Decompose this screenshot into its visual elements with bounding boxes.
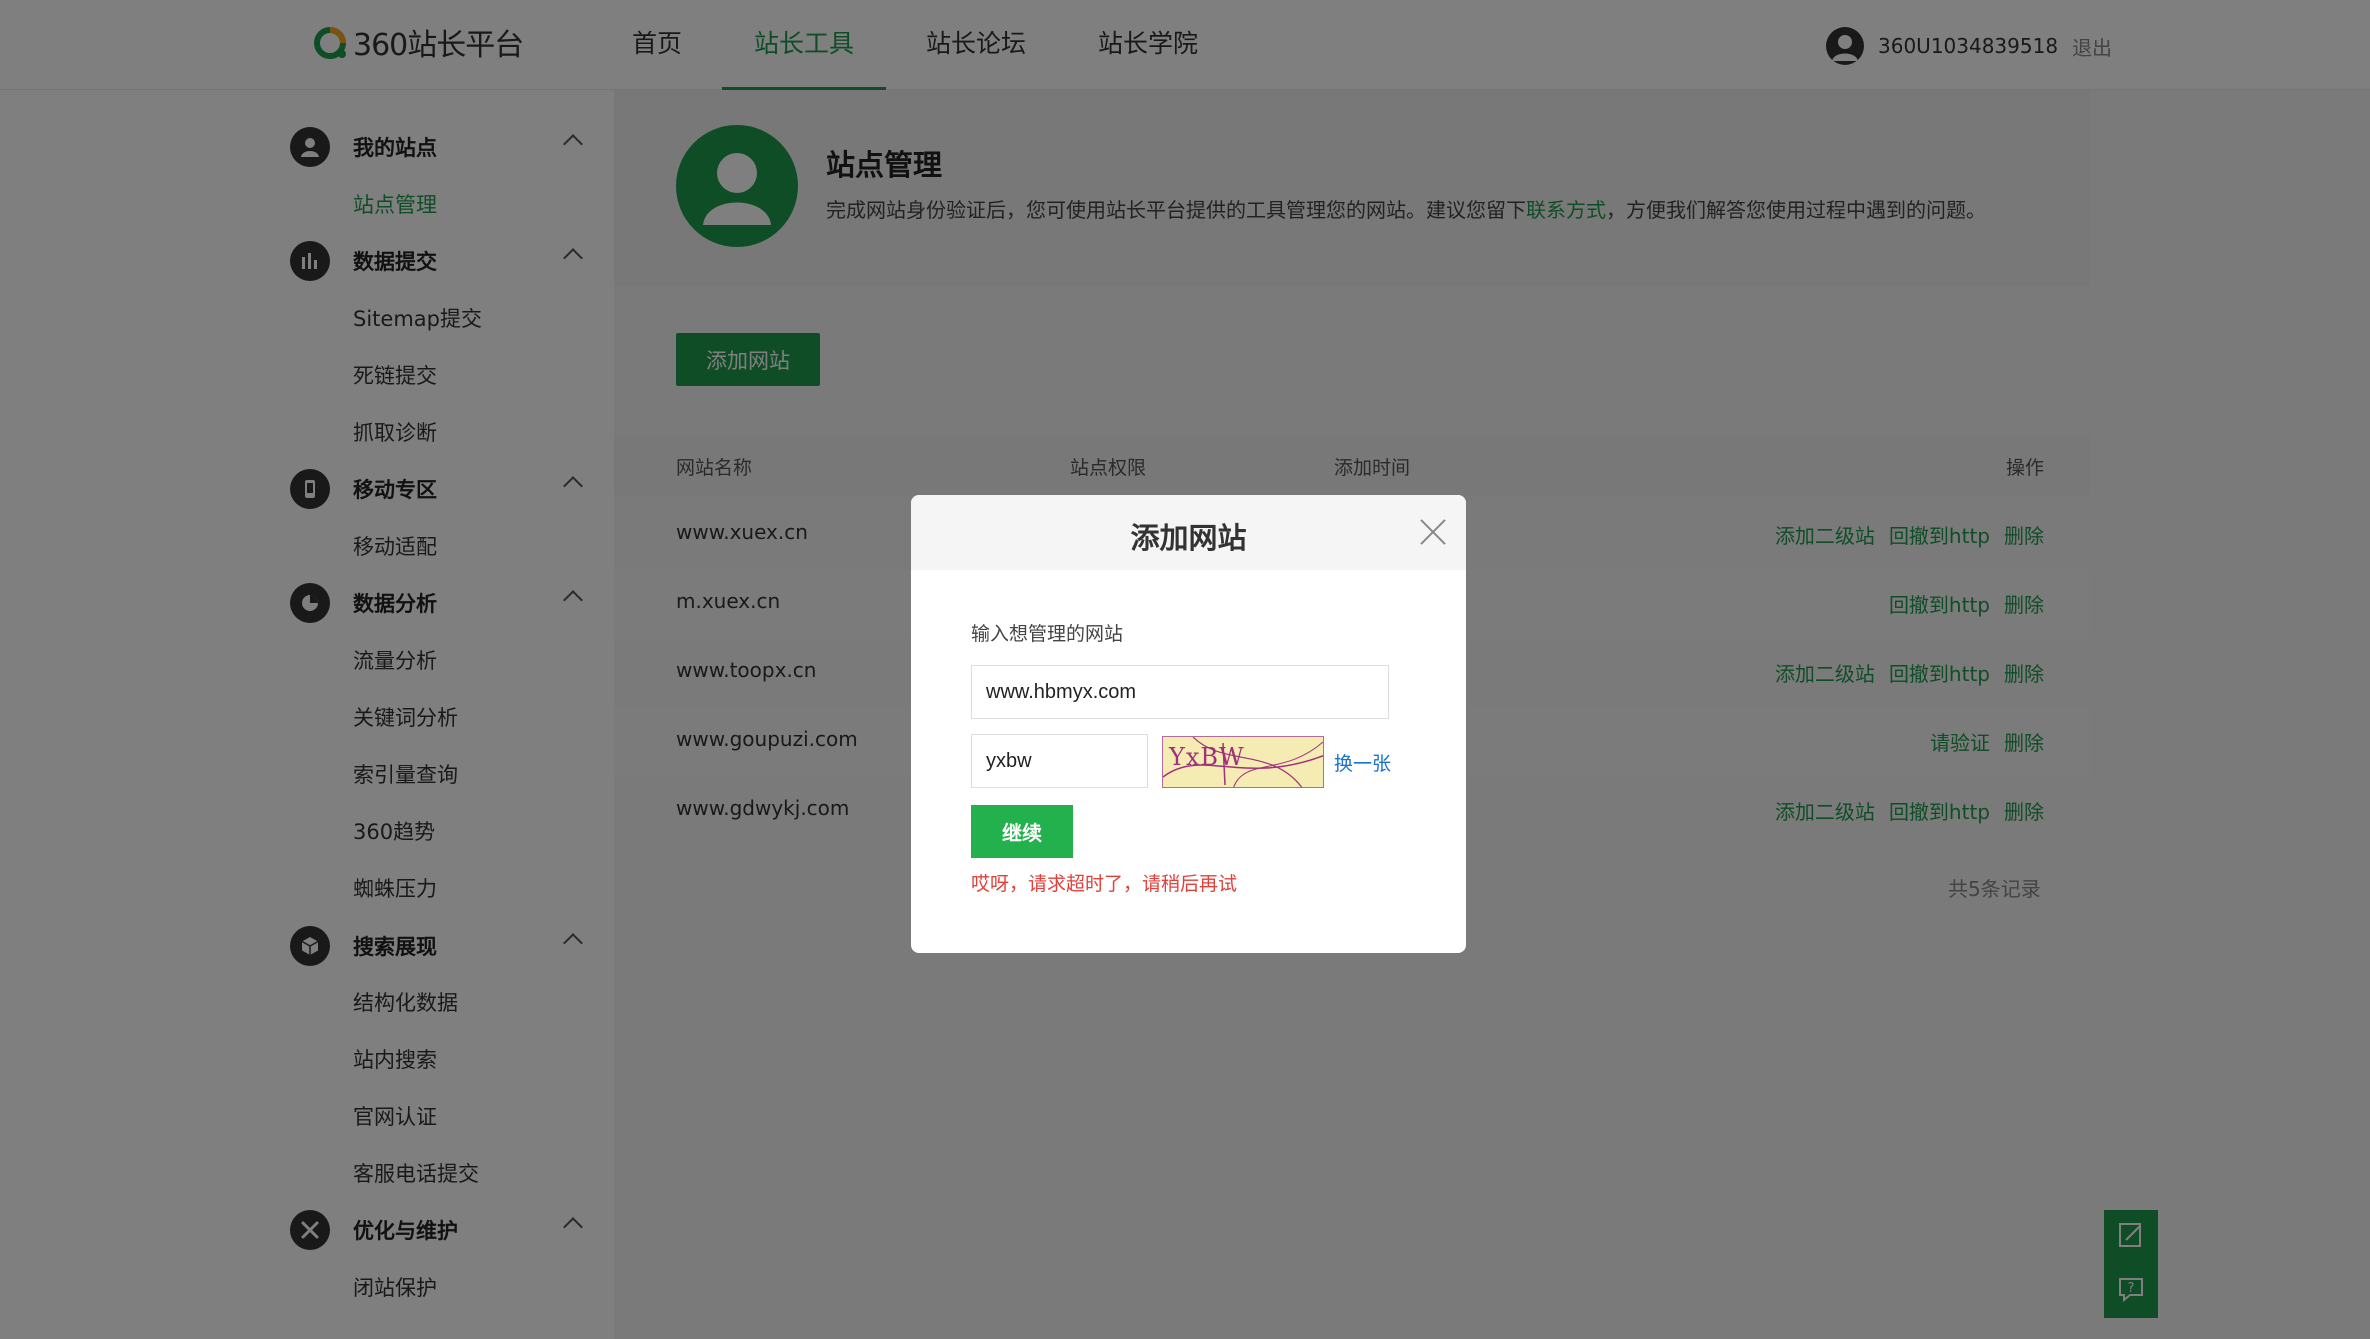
- close-icon[interactable]: [1418, 517, 1448, 547]
- site-url-label: 输入想管理的网站: [971, 623, 1124, 645]
- dialog-title: 添加网站: [1130, 521, 1247, 555]
- error-message: 哎呀，请求超时了，请稍后再试: [971, 873, 1238, 895]
- captcha-text: YxBW: [1169, 743, 1245, 771]
- dialog-header: 添加网站: [911, 495, 1466, 570]
- add-site-dialog: 添加网站 输入想管理的网站 YxBW 换一张 继续 哎呀，请求超时了，请稍后再试: [911, 495, 1466, 953]
- captcha-image[interactable]: YxBW: [1162, 736, 1324, 788]
- site-url-input[interactable]: [971, 665, 1389, 719]
- refresh-captcha-link[interactable]: 换一张: [1334, 749, 1391, 776]
- continue-button[interactable]: 继续: [971, 805, 1073, 858]
- captcha-input[interactable]: [971, 734, 1148, 788]
